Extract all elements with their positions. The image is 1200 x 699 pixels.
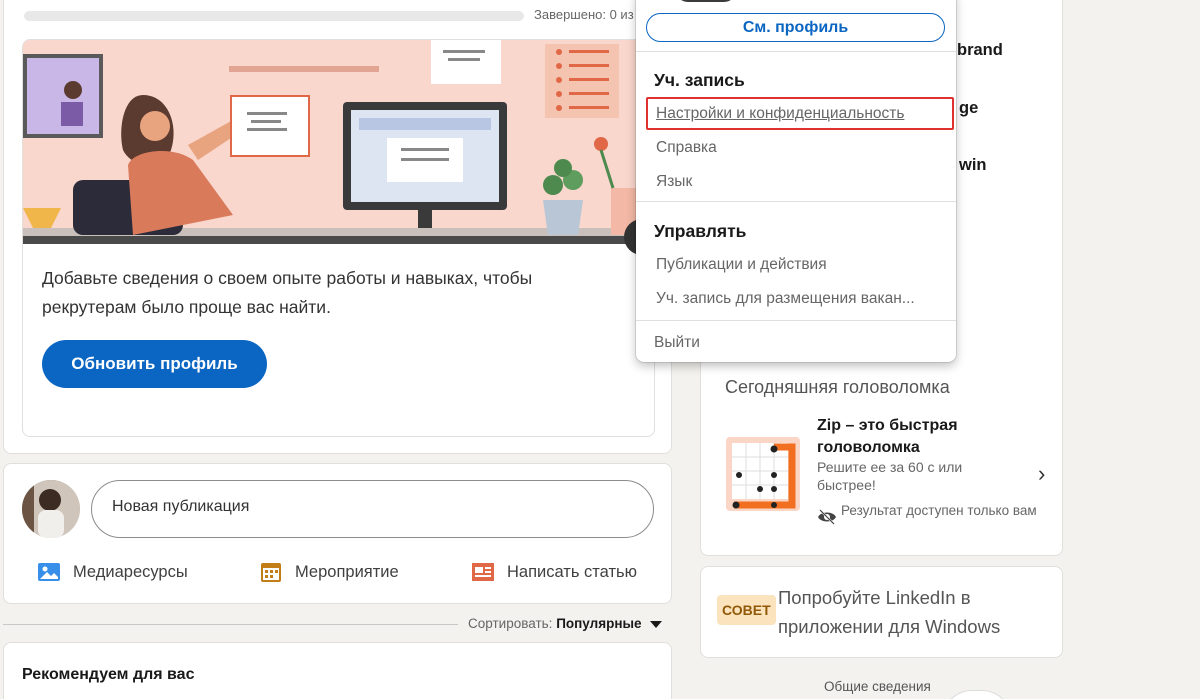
avatar[interactable]	[22, 480, 80, 538]
recommended-title: Рекомендуем для вас	[22, 666, 195, 683]
menu-item-job-posting-account[interactable]: Уч. запись для размещения вакан...	[656, 290, 915, 308]
write-article-button[interactable]: Написать статью	[471, 560, 637, 584]
create-post-card: Новая публикация Медиаресурсы Мероприяти…	[3, 463, 672, 604]
caret-down-icon	[649, 620, 662, 628]
puzzle-result-note: Результат доступен только вам	[841, 503, 1037, 518]
calendar-icon	[261, 563, 281, 582]
see-profile-button[interactable]: См. профиль	[646, 13, 945, 42]
event-button[interactable]: Мероприятие	[259, 560, 399, 584]
menu-item-language[interactable]: Язык	[656, 173, 692, 191]
puzzle-section-title: Сегодняшняя головоломка	[725, 377, 950, 397]
progress-bar	[24, 11, 524, 21]
menu-item-settings-privacy[interactable]: Настройки и конфиденциальность	[656, 105, 904, 123]
sort-divider	[3, 624, 458, 625]
sort-dropdown[interactable]: Сортировать: Популярные	[468, 616, 662, 631]
account-menu: См. профиль Уч. запись Настройки и конфи…	[636, 0, 956, 362]
media-label: Медиаресурсы	[73, 562, 188, 581]
update-profile-button[interactable]: Обновить профиль	[42, 340, 267, 388]
menu-avatar	[676, 0, 736, 2]
progress-label: Завершено: 0 из	[534, 7, 634, 22]
chevron-right-icon[interactable]: ›	[1038, 461, 1045, 487]
article-icon	[472, 563, 494, 581]
news-item-partial[interactable]: win	[959, 156, 987, 175]
footer-about-link[interactable]: Общие сведения	[824, 679, 931, 694]
sort-value: Популярные	[556, 616, 642, 631]
event-label: Мероприятие	[295, 562, 399, 581]
news-item-partial[interactable]: brand	[957, 41, 1003, 60]
puzzle-name[interactable]: Zip – это быстрая головоломка	[817, 415, 1007, 459]
media-button[interactable]: Медиаресурсы	[37, 560, 188, 584]
menu-item-help[interactable]: Справка	[656, 139, 717, 157]
menu-divider	[636, 320, 956, 321]
profile-completion-card: Завершено: 0 из Добавьте сведения о свое…	[3, 0, 672, 454]
eye-off-icon	[818, 509, 836, 525]
recommended-card: Рекомендуем для вас	[3, 642, 672, 699]
profile-suggestion-card: Добавьте сведения о своем опыте работы и…	[22, 39, 655, 437]
menu-divider	[636, 201, 956, 202]
tip-badge: СОВЕТ	[717, 595, 776, 625]
new-post-input[interactable]: Новая публикация	[91, 480, 654, 538]
windows-promo-card[interactable]: СОВЕТ Попробуйте LinkedIn в приложении д…	[700, 566, 1063, 658]
messaging-avatar[interactable]	[942, 690, 1012, 699]
profile-suggestion-text: Добавьте сведения о своем опыте работы и…	[42, 268, 533, 317]
illustration-image	[23, 40, 654, 244]
menu-item-posts-activity[interactable]: Публикации и действия	[656, 256, 827, 274]
menu-divider	[636, 51, 956, 52]
avatar-photo	[22, 480, 80, 538]
news-item-partial[interactable]: ge	[959, 99, 978, 118]
image-icon	[38, 563, 60, 581]
article-label: Написать статью	[507, 562, 638, 581]
menu-item-sign-out[interactable]: Выйти	[654, 334, 700, 352]
manage-section-header: Управлять	[654, 221, 747, 241]
zip-puzzle-icon[interactable]	[726, 437, 800, 511]
sort-label: Сортировать:	[468, 616, 553, 631]
windows-promo-text: Попробуйте LinkedIn в приложении для Win…	[778, 587, 1001, 637]
puzzle-subtitle: Решите ее за 60 с или быстрее!	[817, 459, 963, 493]
account-section-header: Уч. запись	[654, 70, 745, 90]
